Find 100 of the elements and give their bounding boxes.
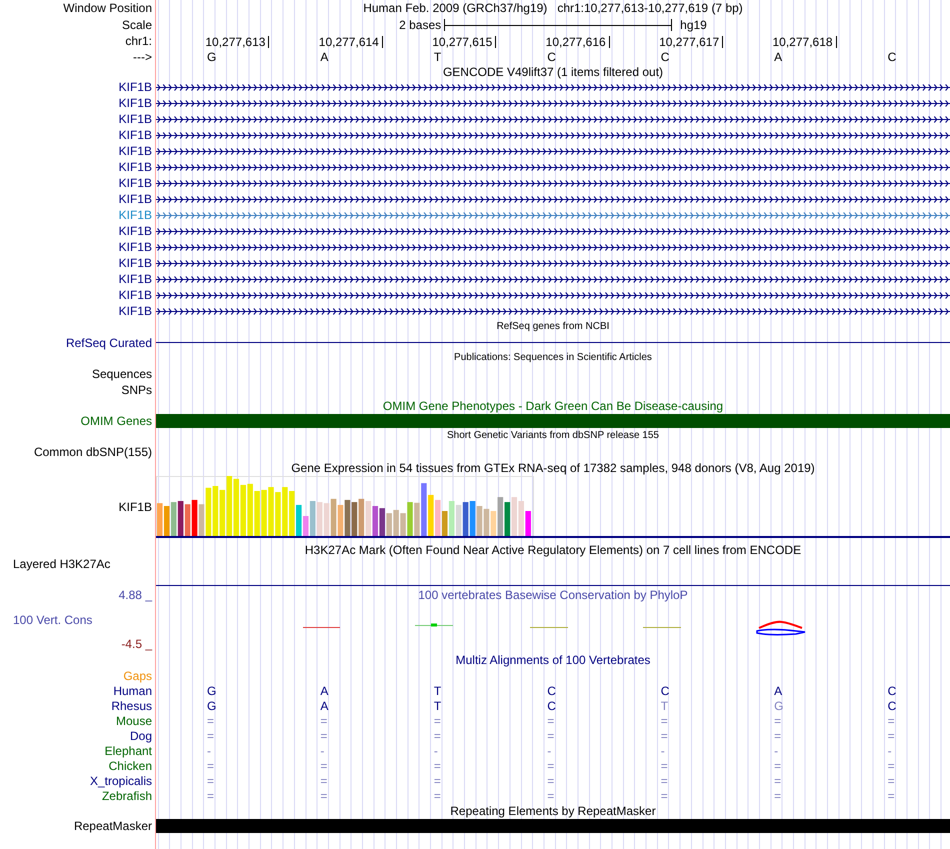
aligned-base: G [207,684,216,698]
track-label: SNPs [121,383,152,397]
aligned-base: C [660,684,670,698]
base-letter: T [434,50,442,64]
track-title: Repeating Elements by RepeatMasker [450,804,656,818]
base-letter: C [660,50,670,64]
coordinate-label: 10,277,617 [659,35,720,49]
aligned-base: = [434,728,441,742]
base-letter: A [320,50,328,64]
assembly-text: Human Feb. 2009 (GRCh37/hg19) [363,1,548,15]
aligned-base: = [660,728,668,742]
aligned-base: - [660,744,665,758]
track-title: GENCODE V49lift37 (1 items filtered out) [442,65,664,79]
aligned-base: = [547,728,554,742]
track-label: Sequences [92,367,152,381]
aligned-base: - [207,744,211,758]
aligned-base: - [320,744,324,758]
tick-mark [836,36,837,48]
axis-min-label: -4.5 _ [121,637,152,651]
gene-label: KIF1B [118,112,152,126]
gene-label: KIF1B [118,272,152,286]
aligned-base: = [660,774,668,788]
position-text: chr1:10,277,613-10,277,619 (7 bp) [557,1,743,15]
tick-mark [382,36,383,48]
tick-mark [268,36,270,48]
track-title: OMIM Gene Phenotypes - Dark Green Can Be Disease-causing [382,398,724,412]
aligned-base: = [547,774,554,788]
aligned-base: = [774,788,782,802]
species-label: Dog [130,728,152,742]
species-label: Human [113,684,152,698]
aligned-base: = [207,788,214,802]
aligned-base: C [547,684,556,698]
tick-mark [722,36,724,48]
strand-arrow: ---> [133,50,152,64]
gene-label: KIF1B [118,192,152,206]
aligned-base: = [547,788,554,802]
aligned-base: = [888,728,895,742]
aligned-base: = [434,758,441,772]
species-label: Mouse [116,714,152,728]
aligned-base: = [774,758,782,772]
scale-span-text: 2 bases [399,18,442,32]
aligned-base: = [434,714,441,728]
gene-label: KIF1B [118,240,152,254]
aligned-base: = [888,758,895,772]
gene-label: KIF1B [118,144,152,158]
axis-max-label: 4.88 _ [118,588,152,602]
chromosome-label: chr1: [125,34,152,48]
aligned-base: = [888,774,895,788]
aligned-base: T [434,698,442,712]
gene-label: KIF1B [118,304,152,318]
coordinate-label: 10,277,618 [772,35,833,49]
species-label: Gaps [123,668,152,682]
species-label: Rhesus [111,698,152,712]
aligned-base: = [774,774,782,788]
gene-label: KIF1B [118,224,152,238]
aligned-base: = [207,774,214,788]
aligned-base: = [660,758,668,772]
aligned-base: = [320,714,328,728]
scale-label: Scale [122,18,152,32]
coordinate-label: 10,277,614 [318,35,379,49]
track-label: Common dbSNP(155) [34,445,152,459]
aligned-base: = [434,788,441,802]
base-letter: A [774,50,782,64]
track-label: Layered H3K27Ac [13,557,110,571]
track-title: RefSeq genes from NCBI [496,320,610,334]
aligned-base: - [547,744,552,758]
track-label: KIF1B [118,500,152,514]
aligned-base: G [207,698,216,712]
track-label: 100 Vert. Cons [13,612,92,626]
coordinate-label: 10,277,616 [546,35,606,49]
aligned-base: = [320,788,328,802]
aligned-base: = [207,758,214,772]
aligned-base: = [888,788,895,802]
aligned-base: - [774,744,778,758]
base-letter: G [207,50,216,64]
base-letter: C [888,50,896,64]
gene-label: KIF1B [118,256,152,270]
aligned-base: = [547,758,554,772]
gene-label: KIF1B [118,176,152,190]
aligned-base: A [774,684,782,698]
aligned-base: - [434,744,438,758]
species-label: Chicken [108,758,152,772]
window-position-label: Window Position [63,1,152,15]
aligned-base: = [320,728,328,742]
aligned-base: = [320,758,328,772]
track-title: 100 vertebrates Basewise Conservation by PhyloP [418,588,688,602]
gene-label: KIF1B [118,208,152,222]
coordinate-label: 10,277,615 [432,35,492,49]
track-title: Publications: Sequences in Scientific Articles [454,351,652,365]
coordinate-label: 10,277,613 [205,35,266,49]
aligned-base: = [660,714,668,728]
aligned-base: - [888,744,892,758]
aligned-base: = [434,774,441,788]
track-title: Short Genetic Variants from dbSNP release 155 [447,429,659,443]
aligned-base: T [660,698,668,712]
track-label: RefSeq Curated [66,336,152,350]
aligned-base: C [888,684,896,698]
aligned-base: = [888,714,895,728]
gene-label: KIF1B [118,160,152,174]
track-title: Multiz Alignments of 100 Vertebrates [456,653,650,667]
